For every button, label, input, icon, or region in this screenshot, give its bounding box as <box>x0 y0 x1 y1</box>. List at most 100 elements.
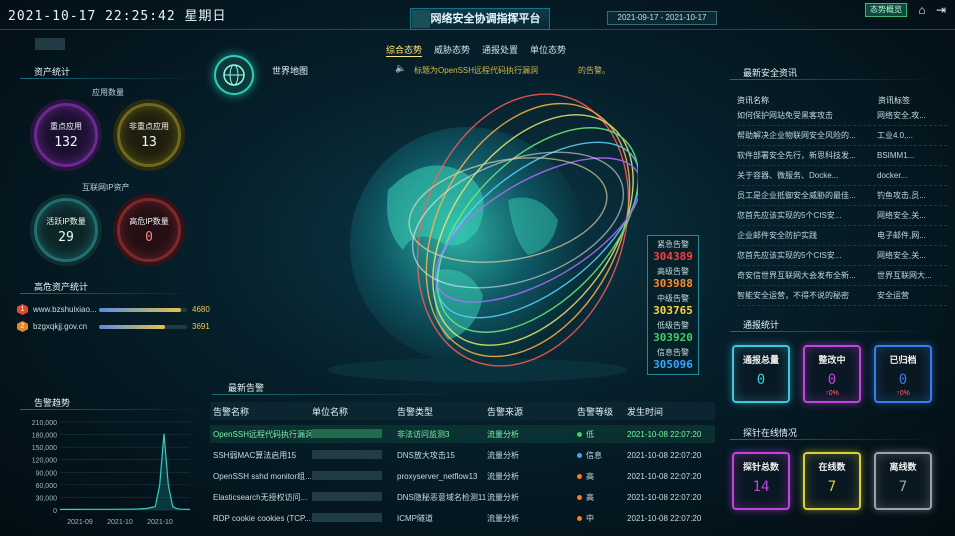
tab-unit[interactable]: 单位态势 <box>530 43 566 57</box>
news-row[interactable]: 企业邮件安全防护实践 电子邮件,网... <box>737 226 947 246</box>
news-title-cell[interactable]: 您首先应该实现的5个CIS安... <box>737 210 877 221</box>
news-row[interactable]: 软件部署安全先行，新思科技发... BSIMM1... <box>737 146 947 166</box>
news-row[interactable]: 智能安全运营，不得不说的秘密 安全运营 <box>737 286 947 306</box>
tab-overall[interactable]: 综合态势 <box>386 43 423 57</box>
alarm-level-cell: 信息 <box>577 450 627 461</box>
news-row[interactable]: 员工是企业抵御安全威胁的最佳... 钓鱼攻击,员... <box>737 186 947 206</box>
news-row[interactable]: 您首先应该实现的5个CIS安... 网络安全,关... <box>737 246 947 266</box>
tab-threat[interactable]: 威胁态势 <box>434 43 470 57</box>
alarm-level-item[interactable]: 低级告警 303920 <box>648 320 698 344</box>
alarm-name-cell: Elasticsearch无授权访问... <box>213 492 308 502</box>
high-risk-asset-name[interactable]: www.bzshuixiao... <box>33 305 97 314</box>
tile-label: 在线数 <box>818 462 846 472</box>
alarm-time-cell: 2021-10-08 22:07:20 <box>627 492 702 502</box>
news-title-cell[interactable]: 软件部署安全先行，新思科技发... <box>737 150 877 161</box>
alarm-level-item[interactable]: 紧急告警 304389 <box>648 239 698 263</box>
x-tick-label: 2021-09 <box>67 519 93 526</box>
key-apps-label: 重点应用 <box>50 121 82 131</box>
level-dot-icon <box>577 452 582 458</box>
news-tag-cell: 网络安全,关... <box>877 251 926 260</box>
world-map-label[interactable]: 世界地图 <box>272 64 308 77</box>
alarm-name-cell: OpenSSH sshd monitor组... <box>213 471 312 481</box>
alarm-table-row[interactable]: OpenSSH sshd monitor组... proxyserver_netf… <box>210 467 715 485</box>
high-risk-bar-track <box>99 308 187 312</box>
alarm-level-label: 中级告警 <box>657 294 689 303</box>
alarm-source-cell: 流量分析 <box>487 471 519 481</box>
y-tick-label: 120,000 <box>32 458 57 465</box>
notify_stats-tile[interactable]: 通报总量 0 <box>732 345 790 403</box>
alarm-level-item[interactable]: 中级告警 303765 <box>648 293 698 317</box>
globe-icon[interactable] <box>214 55 254 95</box>
notify_stats-tile[interactable]: 整改中 0 ↑0% <box>803 345 861 403</box>
notify-stats-title: 通报统计 <box>743 320 780 330</box>
ticker-text[interactable]: 标题为OpenSSH远程代码执行漏洞 <box>414 65 538 76</box>
tile-percent: ↑0% <box>825 390 839 397</box>
alarm-level-value: 304389 <box>653 250 693 263</box>
logout-icon[interactable]: ⇥ <box>934 3 948 17</box>
probe_stats-tile[interactable]: 离线数 7 <box>874 452 932 510</box>
news-row[interactable]: 您首先应该实现的5个CIS安... 网络安全,关... <box>737 206 947 226</box>
high-risk-title: 高危资产统计 <box>34 282 89 292</box>
news-tag-cell: BSIMM1... <box>877 151 915 160</box>
notify_stats-tile[interactable]: 已归档 0 ↑0% <box>874 345 932 403</box>
news-row[interactable]: 帮助解决企业物联网安全风险的... 工业4.0,... <box>737 126 947 146</box>
alarm-level-panel: 紧急告警 304389 高级告警 303988 中级告警 303765 低级告警… <box>647 235 699 375</box>
news-title-cell[interactable]: 您首先应该实现的5个CIS安... <box>737 250 877 261</box>
news-title-cell[interactable]: 如何保护网站免受黑客攻击 <box>737 110 877 121</box>
alarm-name-cell: OpenSSH远程代码执行漏洞 <box>213 429 312 439</box>
home-icon[interactable]: ⌂ <box>915 3 929 17</box>
col-alarm-level: 告警等级 <box>577 406 614 417</box>
high-risk-bar-track <box>99 325 187 329</box>
probe_stats-tile[interactable]: 探针总数 14 <box>732 452 790 510</box>
probe_stats-tile[interactable]: 在线数 7 <box>803 452 861 510</box>
non-key-apps-circle[interactable]: 非重点应用 13 <box>117 103 181 167</box>
alarm-time-cell: 2021-10-08 22:07:20 <box>627 450 702 460</box>
risk-ip-circle[interactable]: 高危IP数量 0 <box>117 198 181 262</box>
news-tag-cell: 安全运营 <box>877 291 909 300</box>
active-ip-circle[interactable]: 活跃IP数量 29 <box>34 198 98 262</box>
alarm-level-value: 303920 <box>653 331 693 344</box>
alarm-type-cell: ICMP隧道 <box>397 513 433 523</box>
news-row[interactable]: 如何保护网站免受黑客攻击 网络安全,攻... <box>737 106 947 126</box>
redacted-unit <box>312 428 382 438</box>
rank-badge: 1 <box>17 304 28 315</box>
news-col-tag: 资讯标签 <box>878 96 910 105</box>
situation-overview-button[interactable]: 态势概览 <box>865 3 907 17</box>
tile-value: 0 <box>898 372 908 388</box>
news-title-cell[interactable]: 企业邮件安全防护实践 <box>737 230 877 241</box>
tile-value: 14 <box>752 479 770 495</box>
tab-notify[interactable]: 通报处置 <box>482 43 518 57</box>
date-range-picker[interactable]: 2021-09-17 - 2021-10-17 <box>607 11 717 25</box>
alarm-level-cell: 高 <box>577 471 627 482</box>
tile-label: 整改中 <box>818 355 846 365</box>
alarm-level-label: 高级告警 <box>657 267 689 276</box>
alarm-source-cell: 流量分析 <box>487 513 519 523</box>
current-datetime: 2021-10-17 22:25:42 星期日 <box>8 9 227 24</box>
news-title-cell[interactable]: 帮助解决企业物联网安全风险的... <box>737 130 877 141</box>
news-row[interactable]: 奇安信世界互联网大会发布全新... 世界互联网大... <box>737 266 947 286</box>
alarm-table-row[interactable]: RDP cookie cookies (TCP... ICMP隧道 流量分析 中 202… <box>210 509 715 527</box>
y-tick-label: 180,000 <box>32 433 57 440</box>
alarm-table-row[interactable]: Elasticsearch无授权访问... DNS隐秘恶意域名检测11 流量分析 高 2… <box>210 488 715 506</box>
news-title-cell[interactable]: 奇安信世界互联网大会发布全新... <box>737 270 877 281</box>
high-risk-asset-name[interactable]: bzgxqkjj.gov.cn <box>33 322 87 331</box>
news-title-cell[interactable]: 关于容器、微服务、Docke... <box>737 170 877 181</box>
divider <box>20 409 200 410</box>
alarm-source-cell: 流量分析 <box>487 429 519 439</box>
alarm-level-item[interactable]: 信息告警 305096 <box>648 347 698 371</box>
y-tick-label: 60,000 <box>36 483 58 490</box>
alarm-level-label: 紧急告警 <box>657 240 689 249</box>
alarm-table-row[interactable]: OpenSSH远程代码执行漏洞 非法访问监测3 流量分析 低 2021-10-08 22… <box>210 425 715 443</box>
y-tick-label: 210,000 <box>32 420 57 427</box>
level-dot-icon <box>577 494 582 500</box>
key-apps-circle[interactable]: 重点应用 132 <box>34 103 98 167</box>
col-alarm-type: 告警类型 <box>397 406 434 417</box>
news-title-cell[interactable]: 智能安全运营，不得不说的秘密 <box>737 290 877 301</box>
alarm-table-row[interactable]: SSH弱MAC算法启用15 DNS放大攻击15 流量分析 信息 2021-10-08 2… <box>210 446 715 464</box>
col-alarm-source: 告警来源 <box>487 406 524 417</box>
news-title-cell[interactable]: 员工是企业抵御安全威胁的最佳... <box>737 190 877 201</box>
y-tick-label: 30,000 <box>36 495 58 502</box>
news-row[interactable]: 关于容器、微服务、Docke... docker... <box>737 166 947 186</box>
tile-label: 通报总量 <box>742 355 779 365</box>
alarm-level-item[interactable]: 高级告警 303988 <box>648 266 698 290</box>
